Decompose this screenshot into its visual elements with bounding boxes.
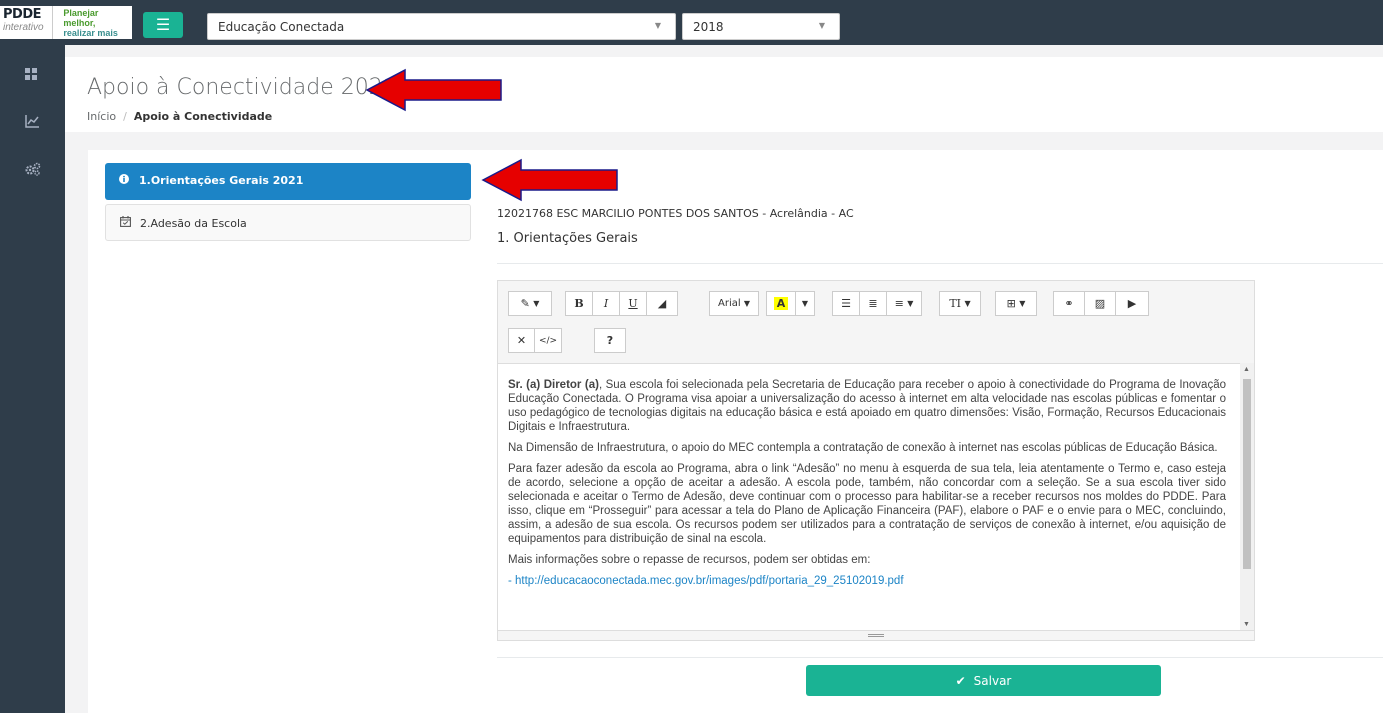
logo-mark: PDDE interativo [0,6,54,39]
rich-text-editor: ✎ ▼ B I U ◢ Arial ▼ A ▼ ☰ ≣ ≡ ▼ TI ▼ ⊞ ▼… [497,280,1255,641]
content-panel: 1.Orientações Gerais 2021 2.Adesão da Es… [88,150,1383,713]
annotation-arrow-icon [481,158,618,202]
image-icon[interactable]: ▨ [1084,291,1116,316]
scroll-thumb[interactable] [1243,379,1251,569]
breadcrumb: Início / Apoio à Conectividade [87,110,272,123]
color-caret-button[interactable]: ▼ [795,291,815,316]
eraser-icon[interactable]: ◢ [646,291,678,316]
section-title: 1. Orientações Gerais [497,231,638,246]
nav-item-orientacoes[interactable]: 1.Orientações Gerais 2021 [105,163,471,200]
hamburger-icon: ☰ [155,17,171,34]
link-icon[interactable]: ⚭ [1053,291,1085,316]
chevron-down-icon: ▼ [818,21,825,30]
editor-greeting: Sr. (a) Diretor (a) [508,379,599,391]
caret-icon: ▼ [1019,299,1026,308]
resize-grip-icon [868,634,884,637]
calendar-icon [120,216,140,230]
slogan-line-2: realizar mais [63,27,118,38]
align-icon: ≡ [894,297,904,310]
code-view-icon[interactable]: </> [534,328,562,353]
highlight-color-button[interactable]: A [766,291,796,316]
font-family-value: Arial [718,298,741,309]
bullet-list-icon[interactable]: ☰ [832,291,860,316]
top-navbar: PDDE interativo Planejar melhor, realiza… [0,0,1383,45]
editor-paragraph-2: Na Dimensão de Infraestrutura, o apoio d… [508,442,1218,454]
chevron-down-icon: ▼ [654,21,661,30]
ordered-list-icon[interactable]: ≣ [859,291,887,316]
bold-button[interactable]: B [565,291,593,316]
page-title: Apoio à Conectividade 2021 [87,75,397,100]
video-icon[interactable]: ▶ [1115,291,1149,316]
logo-sub-text: interativo [3,22,44,33]
editor-link[interactable]: - http://educacaoconectada.mec.gov.br/im… [508,574,1226,588]
nav-item-label: 1.Orientações Gerais 2021 [139,174,304,187]
nav-item-adesao[interactable]: 2.Adesão da Escola [105,204,471,241]
caret-icon: ▼ [964,299,971,308]
scroll-down-icon[interactable]: ▼ [1243,621,1250,628]
caret-icon: ▼ [801,299,809,308]
year-select-value: 2018 [693,20,724,34]
program-select[interactable]: Educação Conectada ▼ [207,13,676,40]
slogan-line-1: Planejar melhor, [63,7,99,28]
caret-icon: ▼ [533,299,540,308]
magic-wand-icon: ✎ [520,297,530,310]
italic-button[interactable]: I [592,291,620,316]
editor-resize-handle[interactable] [498,630,1254,640]
save-button[interactable]: ✔ Salvar [806,665,1161,696]
pdde-logo[interactable]: PDDE interativo Planejar melhor, realiza… [0,6,132,39]
page-header: Apoio à Conectividade 2021 Início / Apoio … [65,57,1383,132]
menu-toggle-button[interactable]: ☰ [143,12,183,38]
divider [497,657,1383,658]
annotation-arrow-icon [365,68,502,112]
fullscreen-icon[interactable]: ✕ [508,328,535,353]
nav-item-label: 2.Adesão da Escola [140,217,247,230]
underline-button[interactable]: U [619,291,647,316]
breadcrumb-home[interactable]: Início [87,110,116,123]
check-icon: ✔ [955,673,966,688]
scroll-up-icon[interactable]: ▲ [1243,366,1250,373]
caret-icon: ▼ [907,299,914,308]
table-dropdown[interactable]: ⊞ ▼ [995,291,1037,316]
chart-icon[interactable] [25,115,39,131]
breadcrumb-separator: / [123,110,127,123]
divider [497,263,1383,264]
line-height-dropdown[interactable]: TI ▼ [939,291,981,316]
editor-paragraph-4: Mais informações sobre o repasse de recu… [508,554,871,566]
logo-slogan: Planejar melhor, realizar mais [53,8,132,38]
breadcrumb-current: Apoio à Conectividade [133,110,273,123]
editor-content[interactable]: Sr. (a) Diretor (a), Sua escola foi sele… [498,363,1254,631]
year-select[interactable]: 2018 ▼ [682,13,840,40]
main-content: Apoio à Conectividade 2021 Início / Apoio … [65,45,1383,713]
editor-scrollbar[interactable]: ▲ ▼ [1240,363,1254,631]
grid-icon[interactable] [25,68,37,83]
text-color-icon: A [773,297,789,310]
font-family-dropdown[interactable]: Arial ▼ [709,291,759,316]
info-icon [119,174,139,187]
caret-icon: ▼ [743,299,750,308]
table-icon: ⊞ [1006,297,1016,310]
text-height-icon: TI [949,297,962,310]
program-select-value: Educação Conectada [218,20,345,34]
style-dropdown[interactable]: ✎ ▼ [508,291,552,316]
editor-toolbar: ✎ ▼ B I U ◢ Arial ▼ A ▼ ☰ ≣ ≡ ▼ TI ▼ ⊞ ▼… [498,281,1254,363]
logo-main-text: PDDE [3,7,42,22]
editor-paragraph-1: Sr. (a) Diretor (a), Sua escola foi sele… [508,378,1226,434]
help-button[interactable]: ? [594,328,626,353]
editor-intro-text: , Sua escola foi selecionada pela Secret… [508,379,1226,433]
editor-paragraph-3: Para fazer adesão da escola ao Programa,… [508,463,1226,545]
school-info: 12021768 ESC MARCILIO PONTES DOS SANTOS … [497,207,854,220]
align-dropdown[interactable]: ≡ ▼ [886,291,922,316]
gears-icon[interactable] [25,162,41,179]
save-button-label: Salvar [973,673,1012,688]
sidebar [0,45,65,713]
